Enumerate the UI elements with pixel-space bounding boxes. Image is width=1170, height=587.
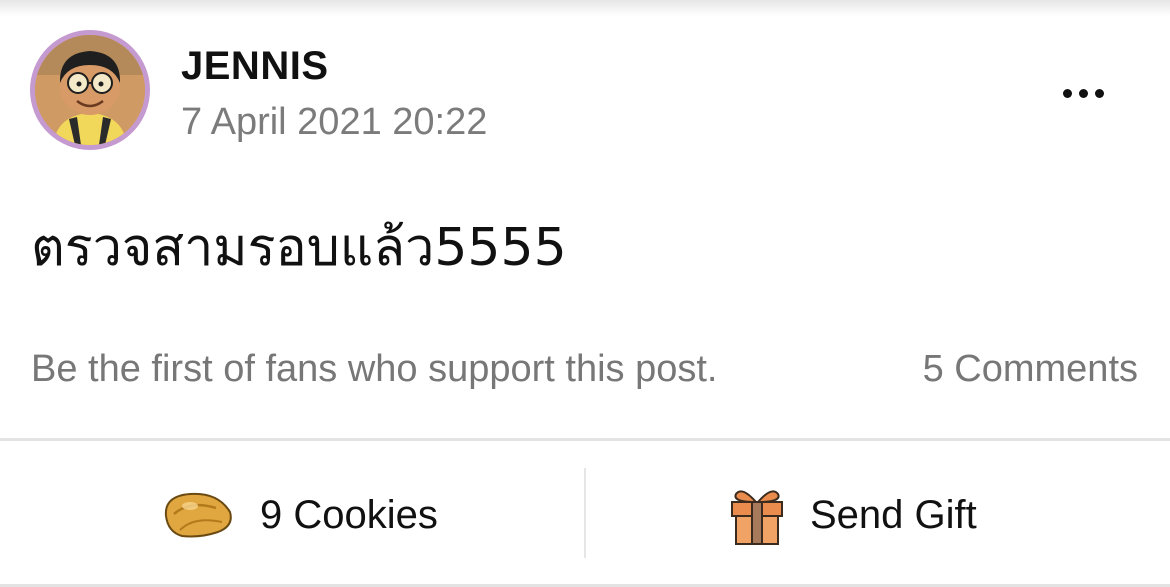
author-name[interactable]: JENNIS [181,44,329,89]
post-body-text: ตรวจสามรอบแล้ว5555 [31,218,567,278]
more-options-icon [1094,88,1104,98]
avatar-image [35,35,145,145]
support-status-text: Be the first of fans who support this po… [31,348,718,390]
top-shadow [0,0,1170,16]
avatar[interactable] [30,30,150,150]
fortune-cookie-icon [164,492,232,538]
cookies-count-label: 9 Cookies [260,492,438,537]
post-timestamp: 7 April 2021 20:22 [181,101,488,143]
send-gift-label: Send Gift [810,492,977,537]
post-card: JENNIS 7 April 2021 20:22 ตรวจสามรอบแล้ว… [0,0,1170,587]
gift-box-icon [731,490,783,545]
more-options-icon [1078,88,1088,98]
more-options-button[interactable] [1050,76,1116,110]
more-options-icon [1062,88,1072,98]
cookies-button[interactable]: 9 Cookies [160,470,438,560]
send-gift-button[interactable]: Send Gift [728,470,977,560]
action-divider [584,468,586,558]
divider [0,438,1170,441]
comments-count-link[interactable]: 5 Comments [923,348,1138,391]
